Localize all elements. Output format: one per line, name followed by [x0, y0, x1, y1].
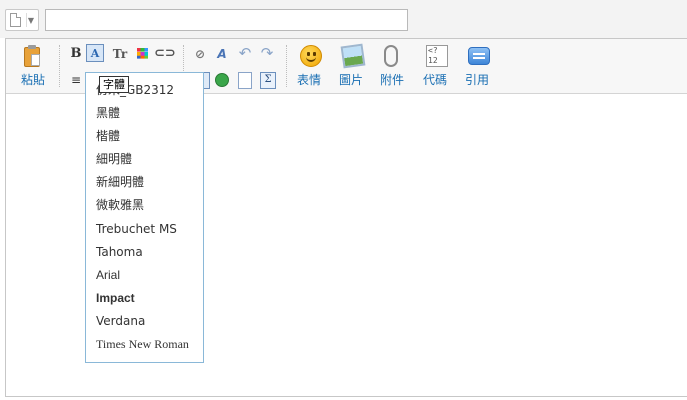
title-input[interactable]	[45, 9, 408, 31]
post-type-select[interactable]: ▼	[5, 9, 39, 31]
emoticon-label: 表情	[296, 73, 321, 87]
redo-button[interactable]: ↷	[258, 44, 276, 62]
image-label: 圖片	[338, 73, 363, 87]
align-left-icon: ≡	[70, 73, 82, 87]
undo-button[interactable]: ↶	[236, 44, 254, 62]
font-option[interactable]: Times New Roman	[86, 333, 203, 356]
font-option[interactable]: 細明體	[86, 148, 203, 171]
sigma-icon: Σ	[260, 72, 276, 89]
image-button[interactable]: 圖片	[331, 43, 371, 89]
attachment-label: 附件	[379, 73, 404, 87]
smiley-icon	[300, 45, 322, 67]
font-option[interactable]: Verdana	[86, 310, 203, 333]
formula-button[interactable]: Σ	[258, 71, 276, 89]
quote-label: 引用	[464, 73, 489, 87]
font-option[interactable]: Impact	[86, 287, 203, 310]
quote-button[interactable]: 引用	[457, 45, 497, 89]
paste-button[interactable]: 粘貼	[15, 45, 51, 89]
code-button[interactable]: <? 12 代碼	[415, 45, 455, 89]
emoticon-button[interactable]: 表情	[289, 45, 329, 89]
font-option[interactable]: Tahoma	[86, 241, 203, 264]
font-family-icon: A	[90, 47, 100, 60]
top-bar: ▼	[0, 0, 687, 38]
bold-button[interactable]: B	[67, 45, 85, 63]
color-grid-icon	[136, 48, 148, 59]
select-divider	[26, 13, 27, 27]
paste-label: 粘貼	[20, 73, 45, 87]
link-button[interactable]: ⊂⊃	[154, 45, 176, 63]
link-icon: ⊂⊃	[154, 46, 176, 61]
font-option[interactable]: 楷體	[86, 125, 203, 148]
undo-icon: ↶	[238, 44, 252, 62]
redo-icon: ↷	[260, 44, 274, 62]
media-button[interactable]	[213, 71, 231, 89]
font-family-button[interactable]: A	[86, 44, 104, 62]
font-list: 仿宋_GB2312 黑體 楷體 細明體 新細明體 微軟雅黑 Trebuchet …	[86, 73, 203, 356]
code-label: 代碼	[422, 73, 447, 87]
toolbar-divider	[59, 45, 60, 87]
font-option[interactable]: 黑體	[86, 102, 203, 125]
font-family-dropdown: 仿宋_GB2312 黑體 楷體 細明體 新細明體 微軟雅黑 Trebuchet …	[85, 72, 204, 363]
document-icon	[10, 13, 21, 27]
font-option[interactable]: Trebuchet MS	[86, 218, 203, 241]
font-option[interactable]: 新細明體	[86, 171, 203, 194]
code-icon: <? 12	[426, 45, 448, 67]
unlink-button[interactable]: ⊘	[191, 45, 209, 63]
align-left-button[interactable]: ≡	[67, 71, 85, 89]
font-option[interactable]: Arial	[86, 264, 203, 287]
chevron-down-icon: ▼	[27, 16, 34, 25]
text-size-button[interactable]: Tr	[111, 45, 129, 63]
font-option[interactable]: 微軟雅黑	[86, 194, 203, 217]
attachment-button[interactable]: 附件	[372, 45, 412, 89]
page-break-button[interactable]	[235, 71, 253, 89]
speech-bubble-icon	[468, 47, 490, 65]
remove-format-button[interactable]: A	[213, 45, 231, 63]
media-icon	[215, 73, 229, 87]
clipboard-icon	[24, 45, 40, 67]
picture-icon	[340, 43, 366, 69]
page-icon	[238, 72, 252, 89]
text-color-button[interactable]	[133, 45, 151, 63]
unlink-icon: ⊘	[194, 47, 206, 61]
paperclip-icon	[384, 45, 398, 67]
remove-format-icon: A	[217, 47, 227, 61]
font-tooltip: 字體	[99, 76, 129, 93]
toolbar-divider	[286, 45, 287, 87]
